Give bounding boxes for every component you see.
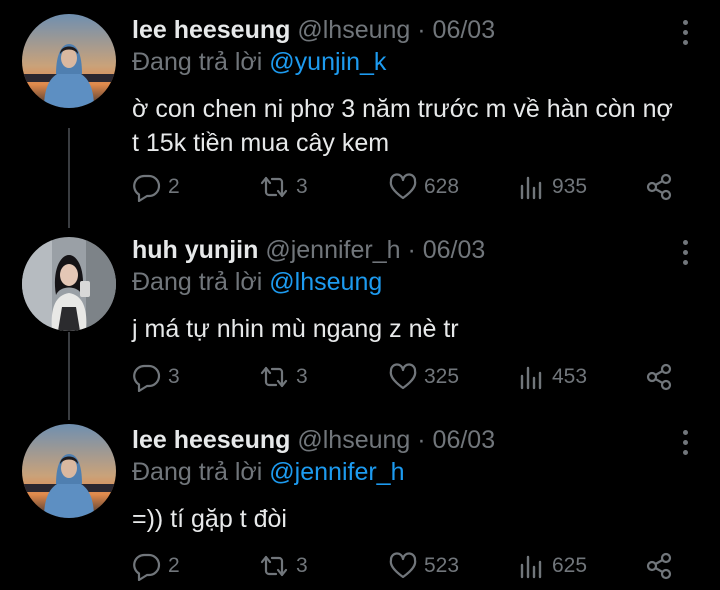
retweet-arrows-icon (260, 176, 288, 198)
like-button[interactable]: 628 (388, 172, 459, 202)
views-bar-chart-icon (520, 366, 542, 390)
tweet-header: huh yunjin @jennifer_h · 06/03 (132, 234, 684, 266)
reply-button[interactable]: 2 (132, 551, 180, 581)
retweet-count: 3 (296, 554, 308, 577)
view-count: 935 (552, 175, 588, 198)
tweet-text-line: ờ con chen ni phơ 3 năm trước m về hàn c… (132, 95, 673, 123)
like-count: 523 (424, 554, 460, 577)
view-count: 453 (552, 365, 588, 388)
reply-bubble-icon (133, 553, 161, 581)
more-vertical-icon[interactable] (680, 240, 690, 265)
views-bar-chart-icon (520, 176, 542, 200)
display-name[interactable]: lee heeseung (132, 426, 290, 454)
reply-button[interactable]: 3 (132, 362, 180, 392)
share-button[interactable] (644, 172, 674, 202)
reply-count: 3 (168, 365, 180, 388)
view-count: 625 (552, 554, 588, 577)
replying-to-label: Đang trả lời (132, 268, 263, 296)
views-button[interactable]: 935 (518, 172, 587, 202)
retweet-arrows-icon (260, 366, 288, 388)
tweet-text: ờ con chen ni phơ 3 năm trước m về hàn c… (132, 92, 684, 160)
tweet[interactable]: lee heeseung @lhseung · 06/03 Đang trả l… (0, 410, 720, 590)
replying-to: Đang trả lời @yunjin_k (132, 46, 684, 78)
like-count: 628 (424, 175, 460, 198)
more-vertical-icon[interactable] (680, 20, 690, 45)
heart-icon (389, 552, 417, 579)
like-button[interactable]: 523 (388, 551, 459, 581)
tweet-actions: 3 3 325 453 (132, 362, 682, 392)
tweet-date[interactable]: 06/03 (433, 16, 496, 44)
retweet-count: 3 (296, 365, 308, 388)
views-button[interactable]: 453 (518, 362, 587, 392)
tweet-text: =)) tí gặp t đòi (132, 502, 684, 536)
views-bar-chart-icon (520, 555, 542, 579)
replying-to: Đang trả lời @jennifer_h (132, 456, 684, 488)
replying-to: Đang trả lời @lhseung (132, 266, 684, 298)
replying-to-label: Đang trả lời (132, 458, 263, 486)
retweet-button[interactable]: 3 (258, 172, 308, 202)
tweet-text-line: =)) tí gặp t đòi (132, 505, 287, 533)
tweet-text-line: j má tự nhin mù ngang z nè tr (132, 315, 459, 343)
tweet[interactable]: lee heeseung @lhseung · 06/03 Đang trả l… (0, 0, 720, 220)
retweet-button[interactable]: 3 (258, 551, 308, 581)
retweet-arrows-icon (260, 555, 288, 577)
share-button[interactable] (644, 362, 674, 392)
user-handle[interactable]: @lhseung (297, 16, 410, 44)
reply-count: 2 (168, 554, 180, 577)
reply-mention-link[interactable]: @jennifer_h (269, 458, 404, 486)
tweet-date[interactable]: 06/03 (433, 426, 496, 454)
reply-button[interactable]: 2 (132, 172, 180, 202)
tweet[interactable]: huh yunjin @jennifer_h · 06/03 Đang trả … (0, 220, 720, 410)
retweet-count: 3 (296, 175, 308, 198)
reply-bubble-icon (133, 364, 161, 392)
reply-count: 2 (168, 175, 180, 198)
tweet-header: lee heeseung @lhseung · 06/03 (132, 424, 684, 456)
avatar[interactable] (22, 424, 116, 518)
heart-icon (389, 173, 417, 200)
avatar[interactable] (22, 14, 116, 108)
display-name[interactable]: huh yunjin (132, 236, 258, 264)
share-button[interactable] (644, 551, 674, 581)
share-icon (646, 173, 672, 201)
reply-mention-link[interactable]: @lhseung (269, 268, 382, 296)
separator-dot: · (417, 426, 426, 454)
more-vertical-icon[interactable] (680, 430, 690, 455)
replying-to-label: Đang trả lời (132, 48, 263, 76)
tweet-header: lee heeseung @lhseung · 06/03 (132, 14, 684, 46)
avatar[interactable] (22, 237, 116, 331)
tweet-date[interactable]: 06/03 (423, 236, 486, 264)
separator-dot: · (407, 236, 416, 264)
reply-bubble-icon (133, 174, 161, 202)
separator-dot: · (417, 16, 426, 44)
tweet-actions: 2 3 628 935 (132, 172, 682, 202)
tweet-text-line: t 15k tiền mua cây kem (132, 129, 390, 157)
user-handle[interactable]: @jennifer_h (265, 236, 400, 264)
reply-mention-link[interactable]: @yunjin_k (269, 48, 386, 76)
tweet-text: j má tự nhin mù ngang z nè tr (132, 312, 684, 346)
share-icon (646, 363, 672, 391)
user-handle[interactable]: @lhseung (297, 426, 410, 454)
views-button[interactable]: 625 (518, 551, 587, 581)
like-button[interactable]: 325 (388, 362, 459, 392)
like-count: 325 (424, 365, 460, 388)
display-name[interactable]: lee heeseung (132, 16, 290, 44)
retweet-button[interactable]: 3 (258, 362, 308, 392)
tweet-actions: 2 3 523 625 (132, 551, 682, 581)
share-icon (646, 552, 672, 580)
heart-icon (389, 363, 417, 390)
